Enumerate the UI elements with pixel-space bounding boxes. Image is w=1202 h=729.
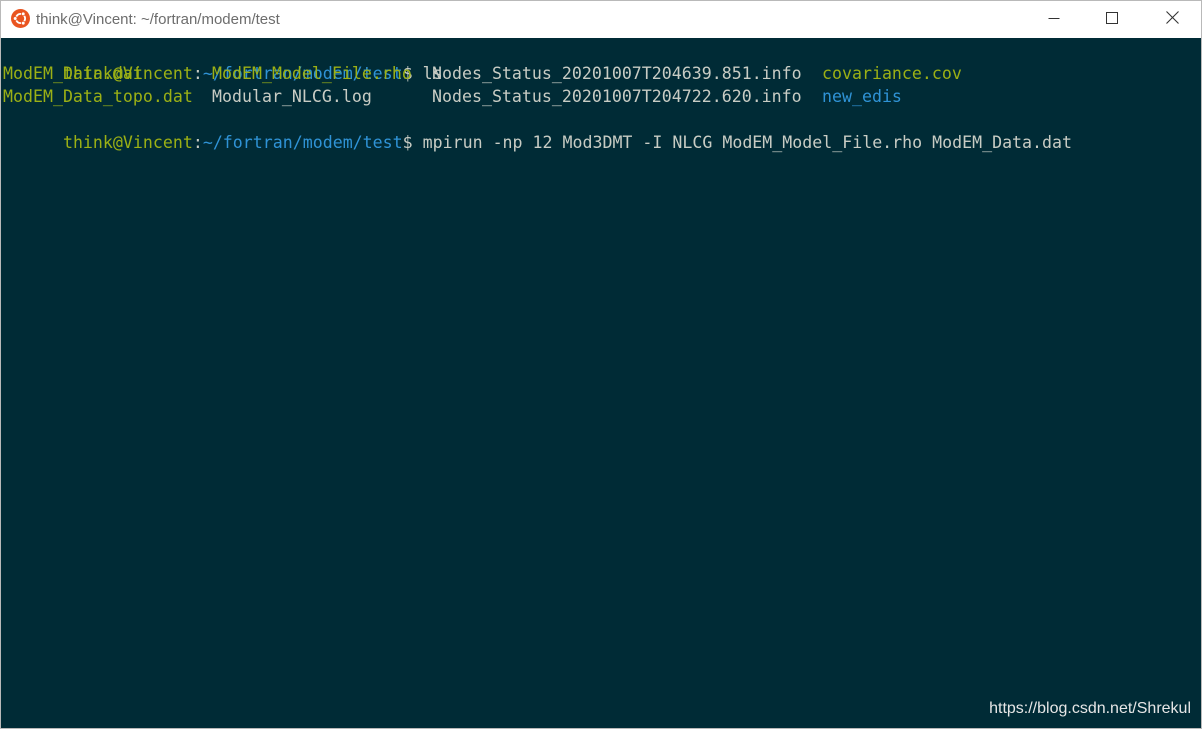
terminal-output[interactable]: think@Vincent:~/fortran/modem/test$ ls M… [1, 38, 1201, 728]
file-entry: covariance.cov [822, 64, 962, 83]
file-entry: ModEM_Data_topo.dat [3, 87, 193, 106]
window-title: think@Vincent: ~/fortran/modem/test [36, 11, 280, 28]
prompt-line-ls: think@Vincent:~/fortran/modem/test$ ls [3, 39, 443, 83]
directory-entry: new_edis [822, 87, 902, 106]
close-icon [1165, 10, 1179, 29]
prompt-line-mpirun: think@Vincent:~/fortran/modem/test$ mpir… [3, 108, 1072, 152]
file-entry: Nodes_Status_20201007T204639.851.info [432, 64, 802, 83]
ls-output-row: ModEM_Data_topo.dat Modular_NLCG.log Nod… [3, 85, 1193, 108]
close-button[interactable] [1143, 1, 1201, 38]
title-bar[interactable]: think@Vincent: ~/fortran/modem/test [1, 1, 1201, 38]
ls-output-row: ModEM_Data.dat ModEM_Model_File.rho Node… [3, 62, 1193, 85]
prompt-user-host: think@Vincent [62, 133, 193, 152]
ubuntu-icon[interactable] [11, 9, 30, 28]
file-entry: ModEM_Data.dat [3, 64, 143, 83]
minimize-button[interactable] [1025, 1, 1083, 38]
prompt-path: ~/fortran/modem/test [202, 133, 403, 152]
file-entry: ModEM_Model_File.rho [212, 64, 412, 83]
minimize-icon [1048, 11, 1060, 29]
terminal-window: think@Vincent: ~/fortran/modem/test thin… [0, 0, 1202, 729]
maximize-button[interactable] [1083, 1, 1141, 38]
file-entry: Modular_NLCG.log [212, 87, 372, 106]
maximize-icon [1106, 11, 1118, 29]
watermark: https://blog.csdn.net/Shrekul [989, 700, 1191, 717]
command-text: mpirun -np 12 Mod3DMT -I NLCG ModEM_Mode… [412, 133, 1072, 152]
file-entry: Nodes_Status_20201007T204722.620.info [432, 87, 802, 106]
prompt-dollar: $ [402, 133, 413, 152]
prompt-colon: : [192, 133, 203, 152]
